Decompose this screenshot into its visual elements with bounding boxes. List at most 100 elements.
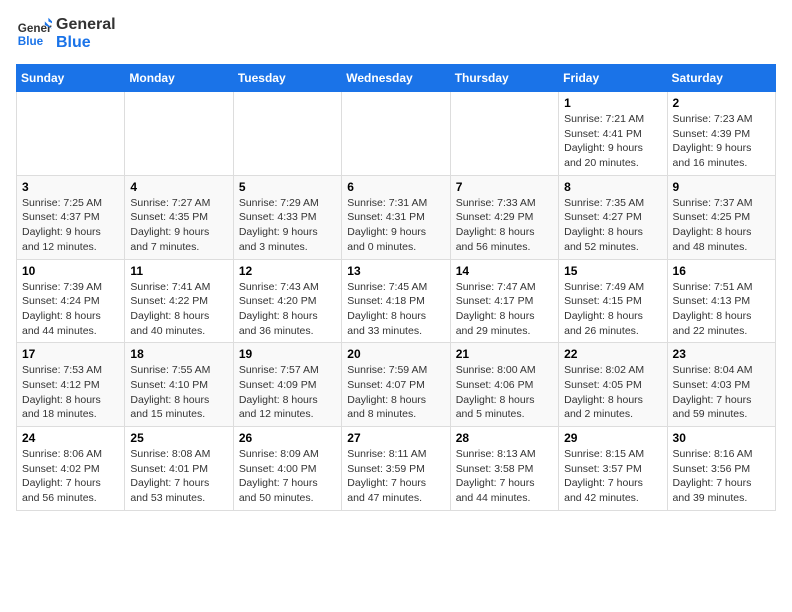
calendar-cell: 9Sunrise: 7:37 AM Sunset: 4:25 PM Daylig… <box>667 175 775 259</box>
calendar-cell: 25 Sunrise: 8:08 AM Sunset: 4:01 PM Dayli… <box>125 427 233 511</box>
day-detail: Sunrise: 8:09 AM Sunset: 4:00 PM Dayligh… <box>239 447 336 506</box>
day-detail: Sunrise: 7:47 AM Sunset: 4:17 PM Dayligh… <box>456 280 553 339</box>
calendar-table: SundayMondayTuesdayWednesdayThursdayFrid… <box>16 64 776 511</box>
day-detail: Sunrise: 7:41 AM Sunset: 4:22 PM Dayligh… <box>130 280 227 339</box>
calendar-cell: 21 Sunrise: 8:00 AM Sunset: 4:06 PM Dayli… <box>450 343 558 427</box>
day-number: 9 <box>673 180 770 194</box>
weekday-header-thursday: Thursday <box>450 65 558 92</box>
calendar-cell: 10 Sunrise: 7:39 AM Sunset: 4:24 PM Dayli… <box>17 259 125 343</box>
day-detail: Sunrise: 7:55 AM Sunset: 4:10 PM Dayligh… <box>130 363 227 422</box>
day-number: 17 <box>22 347 119 361</box>
day-detail: Sunrise: 7:27 AM Sunset: 4:35 PM Dayligh… <box>130 196 227 255</box>
day-detail: Sunrise: 8:11 AM Sunset: 3:59 PM Dayligh… <box>347 447 444 506</box>
day-detail: Sunrise: 7:33 AM Sunset: 4:29 PM Dayligh… <box>456 196 553 255</box>
calendar-cell <box>17 92 125 176</box>
day-number: 12 <box>239 264 336 278</box>
day-number: 28 <box>456 431 553 445</box>
day-number: 10 <box>22 264 119 278</box>
calendar-cell: 15Sunrise: 7:49 AM Sunset: 4:15 PM Dayli… <box>559 259 667 343</box>
day-number: 6 <box>347 180 444 194</box>
day-detail: Sunrise: 8:13 AM Sunset: 3:58 PM Dayligh… <box>456 447 553 506</box>
day-detail: Sunrise: 7:23 AM Sunset: 4:39 PM Dayligh… <box>673 112 770 171</box>
calendar-cell: 7Sunrise: 7:33 AM Sunset: 4:29 PM Daylig… <box>450 175 558 259</box>
day-detail: Sunrise: 8:16 AM Sunset: 3:56 PM Dayligh… <box>673 447 770 506</box>
day-number: 3 <box>22 180 119 194</box>
day-detail: Sunrise: 7:29 AM Sunset: 4:33 PM Dayligh… <box>239 196 336 255</box>
day-number: 8 <box>564 180 661 194</box>
day-number: 5 <box>239 180 336 194</box>
calendar-cell: 22 Sunrise: 8:02 AM Sunset: 4:05 PM Dayli… <box>559 343 667 427</box>
day-detail: Sunrise: 7:43 AM Sunset: 4:20 PM Dayligh… <box>239 280 336 339</box>
calendar-cell <box>450 92 558 176</box>
calendar-cell: 14 Sunrise: 7:47 AM Sunset: 4:17 PM Dayli… <box>450 259 558 343</box>
calendar-week-5: 24 Sunrise: 8:06 AM Sunset: 4:02 PM Dayli… <box>17 427 776 511</box>
day-detail: Sunrise: 7:53 AM Sunset: 4:12 PM Dayligh… <box>22 363 119 422</box>
day-number: 22 <box>564 347 661 361</box>
calendar-cell: 23Sunrise: 8:04 AM Sunset: 4:03 PM Dayli… <box>667 343 775 427</box>
day-detail: Sunrise: 7:35 AM Sunset: 4:27 PM Dayligh… <box>564 196 661 255</box>
calendar-cell <box>233 92 341 176</box>
calendar-cell: 11 Sunrise: 7:41 AM Sunset: 4:22 PM Dayli… <box>125 259 233 343</box>
day-detail: Sunrise: 8:00 AM Sunset: 4:06 PM Dayligh… <box>456 363 553 422</box>
calendar-cell: 17 Sunrise: 7:53 AM Sunset: 4:12 PM Dayli… <box>17 343 125 427</box>
day-detail: Sunrise: 7:39 AM Sunset: 4:24 PM Dayligh… <box>22 280 119 339</box>
day-detail: Sunrise: 8:15 AM Sunset: 3:57 PM Dayligh… <box>564 447 661 506</box>
calendar-cell: 4 Sunrise: 7:27 AM Sunset: 4:35 PM Daylig… <box>125 175 233 259</box>
logo-icon: General Blue <box>16 16 52 52</box>
day-number: 14 <box>456 264 553 278</box>
day-detail: Sunrise: 7:21 AM Sunset: 4:41 PM Dayligh… <box>564 112 661 171</box>
calendar-week-3: 10 Sunrise: 7:39 AM Sunset: 4:24 PM Dayli… <box>17 259 776 343</box>
day-number: 30 <box>673 431 770 445</box>
logo-blue-text: Blue <box>56 34 116 52</box>
day-number: 11 <box>130 264 227 278</box>
calendar-cell: 3Sunrise: 7:25 AM Sunset: 4:37 PM Daylig… <box>17 175 125 259</box>
calendar-cell: 12 Sunrise: 7:43 AM Sunset: 4:20 PM Dayli… <box>233 259 341 343</box>
weekday-header-sunday: Sunday <box>17 65 125 92</box>
calendar-week-2: 3Sunrise: 7:25 AM Sunset: 4:37 PM Daylig… <box>17 175 776 259</box>
calendar-cell: 13Sunrise: 7:45 AM Sunset: 4:18 PM Dayli… <box>342 259 450 343</box>
day-detail: Sunrise: 7:57 AM Sunset: 4:09 PM Dayligh… <box>239 363 336 422</box>
day-number: 24 <box>22 431 119 445</box>
calendar-cell <box>125 92 233 176</box>
calendar-cell <box>342 92 450 176</box>
day-number: 29 <box>564 431 661 445</box>
calendar-cell: 24 Sunrise: 8:06 AM Sunset: 4:02 PM Dayli… <box>17 427 125 511</box>
day-number: 15 <box>564 264 661 278</box>
calendar-cell: 2 Sunrise: 7:23 AM Sunset: 4:39 PM Daylig… <box>667 92 775 176</box>
day-number: 2 <box>673 96 770 110</box>
day-number: 4 <box>130 180 227 194</box>
day-number: 19 <box>239 347 336 361</box>
calendar-cell: 26 Sunrise: 8:09 AM Sunset: 4:00 PM Dayli… <box>233 427 341 511</box>
day-detail: Sunrise: 7:31 AM Sunset: 4:31 PM Dayligh… <box>347 196 444 255</box>
weekday-header-friday: Friday <box>559 65 667 92</box>
calendar-cell: 27Sunrise: 8:11 AM Sunset: 3:59 PM Dayli… <box>342 427 450 511</box>
day-number: 25 <box>130 431 227 445</box>
calendar-cell: 16Sunrise: 7:51 AM Sunset: 4:13 PM Dayli… <box>667 259 775 343</box>
weekday-header-monday: Monday <box>125 65 233 92</box>
weekday-header-tuesday: Tuesday <box>233 65 341 92</box>
logo: General Blue General Blue <box>16 16 116 52</box>
day-detail: Sunrise: 8:08 AM Sunset: 4:01 PM Dayligh… <box>130 447 227 506</box>
day-number: 20 <box>347 347 444 361</box>
calendar-header-row: SundayMondayTuesdayWednesdayThursdayFrid… <box>17 65 776 92</box>
calendar-cell: 20 Sunrise: 7:59 AM Sunset: 4:07 PM Dayli… <box>342 343 450 427</box>
weekday-header-saturday: Saturday <box>667 65 775 92</box>
page-header: General Blue General Blue <box>16 16 776 52</box>
calendar-cell: 28 Sunrise: 8:13 AM Sunset: 3:58 PM Dayli… <box>450 427 558 511</box>
calendar-cell: 5 Sunrise: 7:29 AM Sunset: 4:33 PM Daylig… <box>233 175 341 259</box>
calendar-cell: 6 Sunrise: 7:31 AM Sunset: 4:31 PM Daylig… <box>342 175 450 259</box>
weekday-header-wednesday: Wednesday <box>342 65 450 92</box>
calendar-week-1: 1Sunrise: 7:21 AM Sunset: 4:41 PM Daylig… <box>17 92 776 176</box>
calendar-cell: 8 Sunrise: 7:35 AM Sunset: 4:27 PM Daylig… <box>559 175 667 259</box>
day-number: 26 <box>239 431 336 445</box>
day-number: 21 <box>456 347 553 361</box>
day-detail: Sunrise: 8:04 AM Sunset: 4:03 PM Dayligh… <box>673 363 770 422</box>
day-detail: Sunrise: 7:59 AM Sunset: 4:07 PM Dayligh… <box>347 363 444 422</box>
calendar-cell: 29 Sunrise: 8:15 AM Sunset: 3:57 PM Dayli… <box>559 427 667 511</box>
calendar-cell: 18Sunrise: 7:55 AM Sunset: 4:10 PM Dayli… <box>125 343 233 427</box>
calendar-cell: 1Sunrise: 7:21 AM Sunset: 4:41 PM Daylig… <box>559 92 667 176</box>
logo-general-text: General <box>56 16 116 34</box>
day-detail: Sunrise: 8:02 AM Sunset: 4:05 PM Dayligh… <box>564 363 661 422</box>
day-detail: Sunrise: 8:06 AM Sunset: 4:02 PM Dayligh… <box>22 447 119 506</box>
calendar-cell: 19 Sunrise: 7:57 AM Sunset: 4:09 PM Dayli… <box>233 343 341 427</box>
